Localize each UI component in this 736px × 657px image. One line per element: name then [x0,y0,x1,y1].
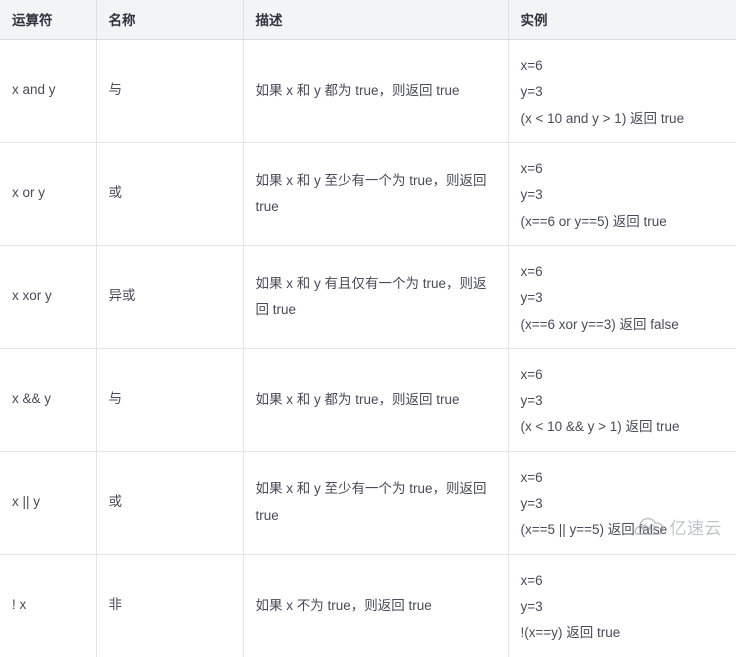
example-line: x=6 [520,572,543,588]
cell-example: x=6 y=3 (x==6 or y==5) 返回 true [508,142,736,246]
table-row: x xor y 异或 如果 x 和 y 有且仅有一个为 true，则返回 tru… [0,245,736,349]
cell-name: 或 [96,142,244,246]
example-line: x=6 [520,469,543,485]
cell-name: 与 [96,348,244,452]
cell-operator: x && y [0,348,97,452]
cell-description: 如果 x 不为 true，则返回 true [243,554,509,657]
example-line: (x==5 || y==5) 返回 false [520,522,668,538]
cell-description: 如果 x 和 y 都为 true，则返回 true [243,39,509,143]
table-header-row: 运算符 名称 描述 实例 [0,0,736,40]
cell-description: 如果 x 和 y 至少有一个为 true，则返回 true [243,451,509,555]
cell-example: x=6 y=3 (x==5 || y==5) 返回 false [508,451,736,555]
cell-operator: x xor y [0,245,97,349]
cell-operator: x and y [0,39,97,143]
cell-name: 异或 [96,245,244,349]
logical-operators-table: 运算符 名称 描述 实例 x and y 与 如果 x 和 y 都为 true，… [0,0,736,657]
column-header-name: 名称 [96,0,244,40]
cell-description: 如果 x 和 y 有且仅有一个为 true，则返回 true [243,245,509,349]
cell-operator: x or y [0,142,97,246]
cell-name: 非 [96,554,244,657]
table-row: ! x 非 如果 x 不为 true，则返回 true x=6 y=3 !(x=… [0,554,736,657]
cell-example: x=6 y=3 (x < 10 and y > 1) 返回 true [508,39,736,143]
example-line: y=3 [520,290,543,306]
example-line: (x < 10 and y > 1) 返回 true [520,110,685,126]
column-header-operator: 运算符 [0,0,97,40]
table-body: x and y 与 如果 x 和 y 都为 true，则返回 true x=6 … [0,39,736,657]
example-line: y=3 [520,84,543,100]
cell-name: 与 [96,39,244,143]
table-header: 运算符 名称 描述 实例 [0,0,736,40]
column-header-example: 实例 [508,0,736,40]
example-line: x=6 [520,366,543,382]
table-row: x || y 或 如果 x 和 y 至少有一个为 true，则返回 true x… [0,451,736,555]
example-line: x=6 [520,160,543,176]
cell-description: 如果 x 和 y 至少有一个为 true，则返回 true [243,142,509,246]
example-line: y=3 [520,187,543,203]
cell-example: x=6 y=3 (x==6 xor y==3) 返回 false [508,245,736,349]
cell-name: 或 [96,451,244,555]
cell-example: x=6 y=3 (x < 10 && y > 1) 返回 true [508,348,736,452]
example-line: (x < 10 && y > 1) 返回 true [520,419,680,435]
column-header-description: 描述 [243,0,509,40]
example-line: y=3 [520,599,543,614]
cell-operator: x || y [0,451,97,555]
table-row: x and y 与 如果 x 和 y 都为 true，则返回 true x=6 … [0,39,736,143]
table-row: x && y 与 如果 x 和 y 都为 true，则返回 true x=6 y… [0,348,736,452]
example-line: !(x==y) 返回 true [520,625,621,641]
example-line: (x==6 or y==5) 返回 true [520,213,667,229]
example-line: (x==6 xor y==3) 返回 false [520,316,679,332]
example-line: x=6 [520,58,543,73]
table-row: x or y 或 如果 x 和 y 至少有一个为 true，则返回 true x… [0,142,736,246]
example-line: y=3 [520,496,543,512]
example-line: x=6 [520,263,543,279]
cell-example: x=6 y=3 !(x==y) 返回 true [508,554,736,656]
cell-operator: ! x [0,554,97,657]
cell-description: 如果 x 和 y 都为 true，则返回 true [243,348,509,452]
example-line: y=3 [520,393,543,409]
